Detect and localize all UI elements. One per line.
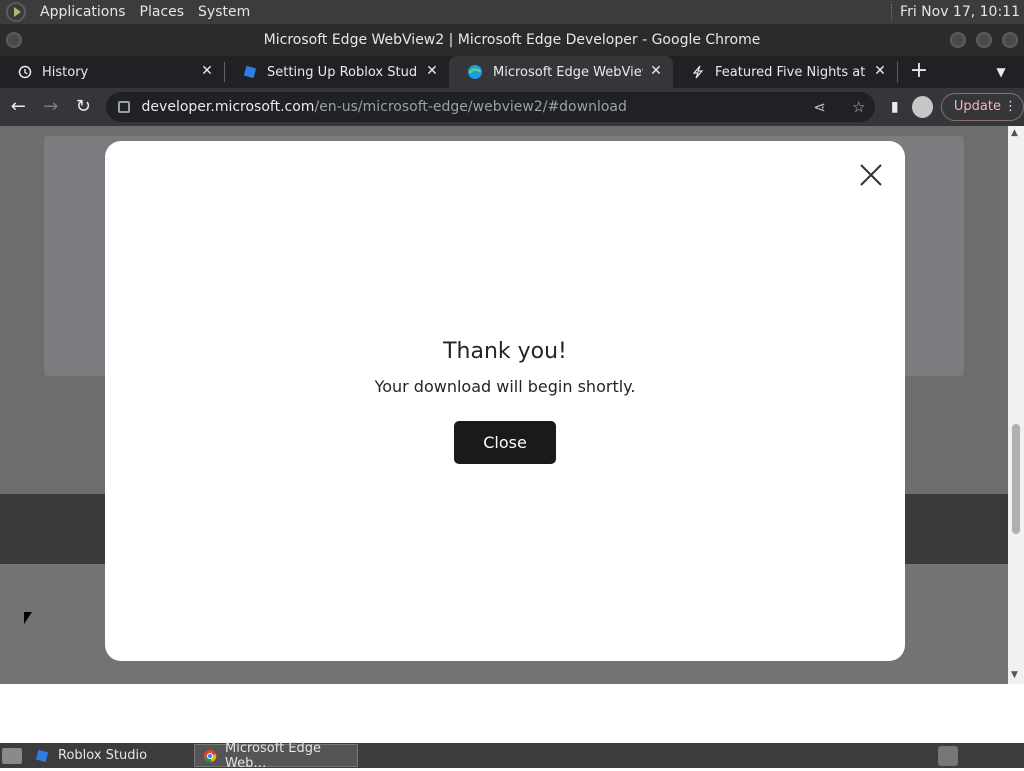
minimize-icon[interactable] xyxy=(950,32,966,48)
scroll-up-icon[interactable]: ▲ xyxy=(1011,128,1018,138)
close-icon[interactable] xyxy=(857,161,885,189)
download-thank-you-dialog: Thank you! Your download will begin shor… xyxy=(105,141,905,661)
bookmark-star-icon[interactable]: ☆ xyxy=(852,98,865,116)
scroll-down-icon[interactable]: ▼ xyxy=(1011,670,1018,680)
tab-separator xyxy=(897,62,898,82)
tab-label: Microsoft Edge WebView2 | xyxy=(493,64,643,80)
update-button[interactable]: Update xyxy=(940,93,1024,121)
desktop-taskbar: Roblox Studio Microsoft Edge Web… xyxy=(0,741,1024,771)
menu-system[interactable]: System xyxy=(192,4,256,20)
menu-applications[interactable]: Applications xyxy=(34,4,132,20)
address-bar[interactable]: developer.microsoft.com/en-us/microsoft-… xyxy=(105,92,876,122)
page-scrollbar[interactable]: ▲ ▼ xyxy=(1008,126,1024,684)
tab-five-nights[interactable]: Featured Five Nights at Fre ✕ xyxy=(673,56,897,88)
close-button[interactable]: Close xyxy=(454,421,556,464)
browser-bottom-area xyxy=(0,684,1024,743)
taskbar-item-chrome[interactable]: Microsoft Edge Web… xyxy=(194,741,358,771)
tab-close-icon[interactable]: ✕ xyxy=(198,62,216,80)
tab-label: History xyxy=(42,64,89,80)
side-panel-icon[interactable]: ▮ xyxy=(881,93,908,121)
tab-label: Setting Up Roblox Studio | D xyxy=(267,64,417,80)
forward-icon[interactable]: → xyxy=(37,92,66,122)
browser-toolbar: ← → ↻ developer.microsoft.com/en-us/micr… xyxy=(0,88,1024,126)
taskbar-item-roblox-studio[interactable]: Roblox Studio xyxy=(26,744,190,767)
bolt-icon xyxy=(692,65,704,79)
back-icon[interactable]: ← xyxy=(4,92,33,122)
chrome-icon xyxy=(203,749,217,762)
tab-close-icon[interactable]: ✕ xyxy=(647,62,665,80)
tab-search-chevron-icon[interactable]: ▼ xyxy=(986,56,1016,88)
tray-chrome-icon[interactable] xyxy=(938,745,958,766)
tab-webview2[interactable]: Microsoft Edge WebView2 | ✕ xyxy=(449,56,673,88)
window-titlebar: Microsoft Edge WebView2 | Microsoft Edge… xyxy=(0,24,1024,56)
edge-icon xyxy=(468,65,482,79)
tab-history[interactable]: History ✕ xyxy=(0,56,224,88)
tab-roblox[interactable]: Setting Up Roblox Studio | D ✕ xyxy=(225,56,449,88)
clock[interactable]: Fri Nov 17, 10:11 xyxy=(891,4,1020,20)
share-icon[interactable]: ⋖ xyxy=(813,98,826,116)
url-text: developer.microsoft.com/en-us/microsoft-… xyxy=(141,99,627,115)
mouse-cursor-icon xyxy=(24,612,32,624)
taskbar-item-label: Roblox Studio xyxy=(58,748,148,763)
menu-places[interactable]: Places xyxy=(134,4,191,20)
roblox-icon xyxy=(243,65,257,79)
close-window-icon[interactable] xyxy=(1002,32,1018,48)
distro-logo-icon[interactable] xyxy=(6,2,26,22)
maximize-icon[interactable] xyxy=(976,32,992,48)
profile-avatar[interactable] xyxy=(912,96,933,118)
taskbar-item-label: Microsoft Edge Web… xyxy=(225,740,322,771)
dialog-message: Your download will begin shortly. xyxy=(374,377,636,396)
tab-close-icon[interactable]: ✕ xyxy=(871,62,889,80)
new-tab-icon[interactable]: + xyxy=(904,56,934,88)
desktop-top-panel: Applications Places System Fri Nov 17, 1… xyxy=(0,0,1024,24)
dialog-heading: Thank you! xyxy=(443,339,567,364)
window-title: Microsoft Edge WebView2 | Microsoft Edge… xyxy=(263,32,761,48)
lock-icon[interactable] xyxy=(117,101,130,113)
tab-label: Featured Five Nights at Fre xyxy=(715,64,865,80)
reload-icon[interactable]: ↻ xyxy=(69,92,98,122)
show-desktop-icon[interactable] xyxy=(2,747,22,764)
window-menu-icon[interactable] xyxy=(6,32,22,48)
scrollbar-thumb[interactable] xyxy=(1012,424,1020,534)
tab-strip: History ✕ Setting Up Roblox Studio | D ✕… xyxy=(0,56,1024,88)
history-icon xyxy=(18,65,32,79)
tab-close-icon[interactable]: ✕ xyxy=(423,62,441,80)
roblox-icon xyxy=(35,749,49,762)
